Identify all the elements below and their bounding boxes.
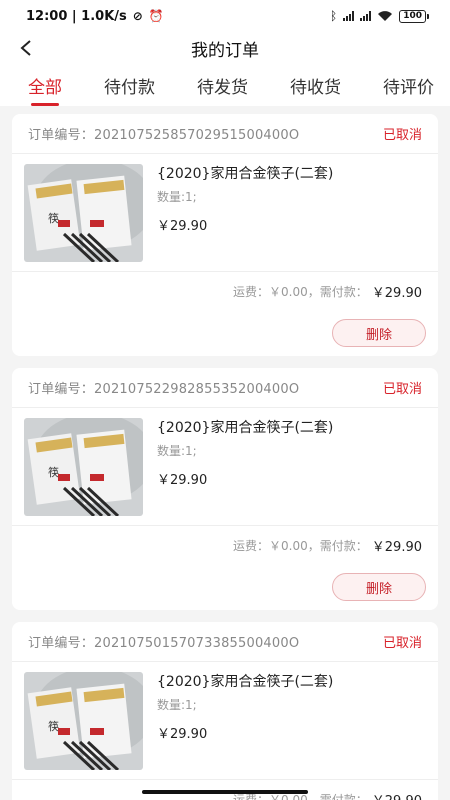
status-left: 12:00 | 1.0K/s ⊘ ⏰ bbox=[26, 9, 164, 24]
alarm-icon: ⏰ bbox=[148, 9, 164, 23]
order-number: 订单编号：20210752585702951500400O bbox=[28, 128, 300, 143]
svg-text:筷: 筷 bbox=[48, 719, 59, 733]
product-image[interactable]: 筷 bbox=[24, 164, 143, 262]
bluetooth-icon: ᛒ bbox=[330, 9, 338, 23]
product-price: ￥29.90 bbox=[157, 473, 208, 488]
product-info: {2020}家用合金筷子(二套) 数量:1; ￥29.90 bbox=[157, 672, 333, 769]
tab-all[interactable]: 全部 bbox=[28, 64, 62, 106]
wifi-icon bbox=[378, 11, 393, 21]
order-item[interactable]: 筷 {2020}家用合金筷子(二套) 数量:1; ￥29.90 bbox=[12, 662, 438, 780]
product-name: {2020}家用合金筷子(二套) bbox=[157, 420, 334, 436]
tab-pending-shipment[interactable]: 待发货 bbox=[197, 64, 248, 106]
order-status: 已取消 bbox=[382, 382, 422, 397]
back-button[interactable] bbox=[14, 36, 38, 60]
chevron-left-icon bbox=[20, 40, 31, 56]
no-notification-icon: ⊘ bbox=[132, 9, 143, 23]
order-total: ￥29.90 bbox=[371, 285, 422, 301]
battery-icon: 100 bbox=[399, 9, 429, 23]
tab-pending-payment[interactable]: 待付款 bbox=[104, 64, 155, 106]
order-card-header: 订单编号：20210752298285535200400O 已取消 bbox=[12, 368, 438, 408]
order-summary: 运费：￥0.00，需付款： ￥29.90 bbox=[12, 526, 438, 564]
svg-text:筷: 筷 bbox=[48, 465, 59, 479]
product-quantity: 数量:1; bbox=[157, 698, 197, 712]
product-price: ￥29.90 bbox=[157, 219, 208, 234]
product-image[interactable]: 筷 bbox=[24, 418, 143, 516]
top-header: 我的订单 bbox=[0, 32, 450, 64]
product-info: {2020}家用合金筷子(二套) 数量:1; ￥29.90 bbox=[157, 418, 333, 515]
status-right: ᛒ 100 bbox=[330, 9, 429, 23]
order-actions: 删除 bbox=[12, 564, 438, 610]
product-price: ￥29.90 bbox=[157, 727, 208, 742]
product-image[interactable]: 筷 bbox=[24, 672, 143, 770]
delete-button[interactable]: 删除 bbox=[332, 573, 426, 601]
tab-pending-receipt[interactable]: 待收货 bbox=[290, 64, 341, 106]
tab-pending-review[interactable]: 待评价 bbox=[383, 64, 434, 106]
signal-icon-2 bbox=[360, 11, 372, 21]
order-card-header: 订单编号：20210752585702951500400O 已取消 bbox=[12, 114, 438, 154]
order-number: 订单编号：20210750157073385500400O bbox=[28, 636, 300, 651]
order-total: ￥29.90 bbox=[371, 539, 422, 555]
order-card-header: 订单编号：20210750157073385500400O 已取消 bbox=[12, 622, 438, 662]
product-name: {2020}家用合金筷子(二套) bbox=[157, 674, 334, 690]
order-summary: 运费：￥0.00，需付款： ￥29.90 bbox=[12, 272, 438, 310]
order-status: 已取消 bbox=[382, 128, 422, 143]
delete-button[interactable]: 删除 bbox=[332, 319, 426, 347]
order-card: 订单编号：20210750157073385500400O 已取消 筷 {202… bbox=[12, 622, 438, 800]
order-card: 订单编号：20210752585702951500400O 已取消 筷 {202… bbox=[12, 114, 438, 356]
order-item[interactable]: 筷 {2020}家用合金筷子(二套) 数量:1; ￥29.90 bbox=[12, 408, 438, 526]
product-info: {2020}家用合金筷子(二套) 数量:1; ￥29.90 bbox=[157, 164, 333, 261]
order-tabs: 全部 待付款 待发货 待收货 待评价 bbox=[0, 64, 450, 106]
order-actions: 删除 bbox=[12, 310, 438, 356]
shipping-label: 运费：￥0.00，需付款： bbox=[233, 284, 368, 299]
order-status: 已取消 bbox=[382, 636, 422, 651]
order-list: 订单编号：20210752585702951500400O 已取消 筷 {202… bbox=[0, 106, 450, 800]
order-total: ￥29.90 bbox=[372, 790, 422, 800]
order-item[interactable]: 筷 {2020}家用合金筷子(二套) 数量:1; ￥29.90 bbox=[12, 154, 438, 272]
signal-icon bbox=[343, 11, 355, 21]
product-quantity: 数量:1; bbox=[157, 190, 197, 204]
home-indicator[interactable] bbox=[142, 790, 308, 794]
order-card: 订单编号：20210752298285535200400O 已取消 筷 {202… bbox=[12, 368, 438, 610]
status-time: 12:00 | 1.0K/s bbox=[26, 8, 127, 24]
order-number: 订单编号：20210752298285535200400O bbox=[28, 382, 300, 397]
page-title: 我的订单 bbox=[191, 40, 259, 61]
product-name: {2020}家用合金筷子(二套) bbox=[157, 166, 334, 182]
status-bar: 12:00 | 1.0K/s ⊘ ⏰ ᛒ 100 bbox=[0, 0, 450, 32]
product-quantity: 数量:1; bbox=[157, 444, 197, 458]
shipping-label: 运费：￥0.00，需付款： bbox=[233, 538, 368, 553]
svg-text:筷: 筷 bbox=[48, 211, 59, 225]
